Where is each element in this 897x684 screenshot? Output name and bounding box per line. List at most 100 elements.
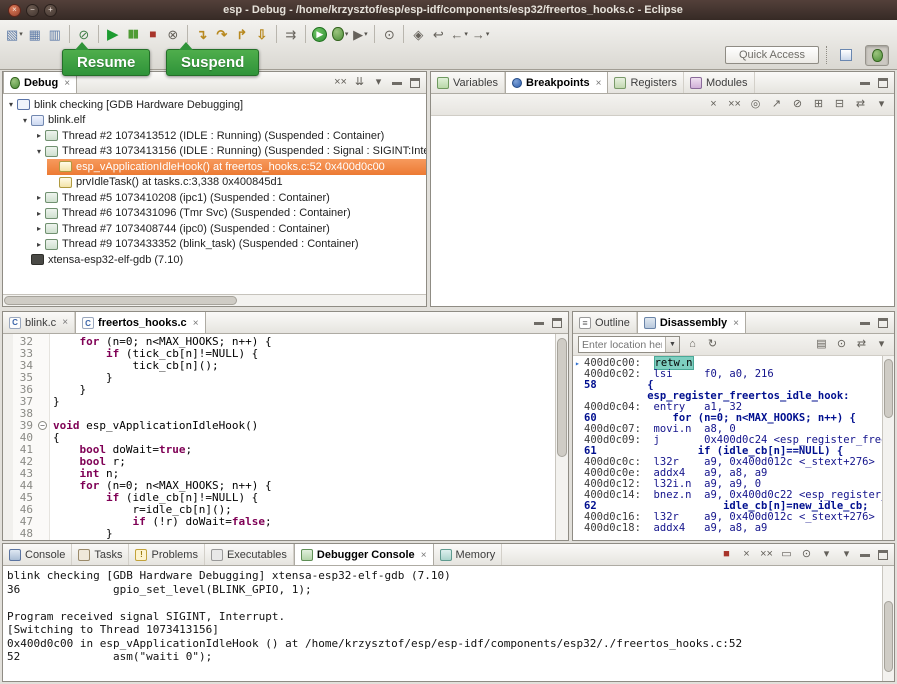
- tab-outline[interactable]: Outline: [573, 312, 637, 333]
- view-menu-icon[interactable]: ▾: [874, 339, 889, 350]
- editor-line[interactable]: 37}: [3, 396, 555, 408]
- tab-executables[interactable]: Executables: [205, 544, 294, 565]
- tree-expander-icon[interactable]: ▾: [19, 116, 31, 125]
- minimize-view-button[interactable]: [858, 76, 872, 90]
- tab-variables[interactable]: Variables: [431, 72, 505, 93]
- open-console-icon[interactable]: ▾: [839, 549, 854, 560]
- tree-expander-icon[interactable]: ▸: [33, 240, 45, 249]
- tree-expander-icon[interactable]: ▾: [33, 147, 45, 156]
- run-icon[interactable]: ▶: [310, 23, 330, 45]
- minimize-view-button[interactable]: [390, 76, 404, 90]
- maximize-view-button[interactable]: [408, 76, 422, 90]
- tree-expander-icon[interactable]: ▸: [33, 209, 45, 218]
- minimize-view-button[interactable]: [858, 548, 872, 562]
- debug-tree-item[interactable]: ▸Thread #6 1073431096 (Tmr Svc) (Suspend…: [33, 206, 426, 222]
- last-edit-location-icon[interactable]: ↩: [428, 23, 448, 45]
- external-tools-icon[interactable]: ▶▾: [350, 23, 370, 45]
- editor-line[interactable]: 36 }: [3, 384, 555, 396]
- editor-line[interactable]: 39−void esp_vApplicationIdleHook(): [3, 420, 555, 432]
- debug-tree-item[interactable]: ▾blink checking [GDB Hardware Debugging]: [5, 97, 426, 113]
- collapse-all-icon[interactable]: ⊟: [832, 99, 847, 110]
- step-return-icon[interactable]: ↱: [232, 23, 252, 45]
- resume-icon[interactable]: ▶: [103, 23, 123, 45]
- debug-tree-item[interactable]: esp_vApplicationIdleHook() at freertos_h…: [47, 159, 426, 175]
- show-source-icon[interactable]: ▤: [814, 339, 829, 350]
- refresh-view-icon[interactable]: ↻: [705, 339, 720, 350]
- tree-expander-icon[interactable]: ▸: [33, 224, 45, 233]
- save-all-icon[interactable]: ▥: [45, 23, 65, 45]
- tree-expander-icon[interactable]: ▸: [33, 193, 45, 202]
- go-to-file-for-breakpoint-icon[interactable]: ↗: [769, 99, 784, 110]
- remove-selected-breakpoints-icon[interactable]: ×: [706, 99, 721, 110]
- close-tab-icon[interactable]: ×: [596, 78, 602, 89]
- step-into-icon[interactable]: ↴: [192, 23, 212, 45]
- open-perspective-button[interactable]: [834, 45, 858, 66]
- debug-tree-item[interactable]: ▾Thread #3 1073413156 (IDLE : Running) (…: [33, 144, 426, 160]
- debug-perspective-button[interactable]: [865, 45, 889, 66]
- location-dropdown-icon[interactable]: ▼: [665, 337, 679, 352]
- remove-all-terminated-icon[interactable]: ××: [333, 77, 348, 88]
- close-tab-icon[interactable]: ×: [62, 317, 68, 328]
- console-output[interactable]: blink checking [GDB Hardware Debugging] …: [3, 566, 882, 681]
- window-close-button[interactable]: ×: [8, 4, 21, 17]
- tab-disassembly[interactable]: Disassembly×: [637, 312, 746, 333]
- track-expression-icon[interactable]: ⊙: [834, 339, 849, 350]
- search-icon[interactable]: ⊙: [379, 23, 399, 45]
- view-menu-icon[interactable]: ▾: [371, 77, 386, 88]
- remove-launch-icon[interactable]: ×: [739, 549, 754, 560]
- instruction-stepping-mode-icon[interactable]: ⇊: [352, 77, 367, 88]
- debug-tree-item[interactable]: ▸Thread #9 1073433352 (blink_task) (Susp…: [33, 237, 426, 253]
- scrollbar-thumb[interactable]: [4, 296, 237, 305]
- remove-all-terminated-icon[interactable]: ××: [759, 549, 774, 560]
- tab-memory[interactable]: Memory: [434, 544, 503, 565]
- link-with-debug-view-icon[interactable]: ⇄: [853, 99, 868, 110]
- pin-console-icon[interactable]: ⊙: [799, 549, 814, 560]
- terminate-icon[interactable]: ■: [143, 23, 163, 45]
- tab-console[interactable]: Console: [3, 544, 72, 565]
- sync-selection-icon[interactable]: ⇄: [854, 339, 869, 350]
- forward-icon[interactable]: →▾: [470, 23, 492, 45]
- tab-problems[interactable]: Problems: [129, 544, 204, 565]
- disassembly-scrollbar[interactable]: [882, 356, 894, 540]
- scrollbar-thumb[interactable]: [884, 359, 893, 418]
- debug-tree-item[interactable]: ▸Thread #5 1073410208 (ipc1) (Suspended …: [33, 190, 426, 206]
- skip-all-breakpoints-icon[interactable]: ⊘: [790, 99, 805, 110]
- code-editor[interactable]: 32 for (n=0; n<MAX_HOOKS; n++) {33 if (t…: [3, 334, 568, 540]
- breakpoints-list[interactable]: [431, 116, 894, 306]
- instruction-stepping-icon[interactable]: ⇉: [281, 23, 301, 45]
- show-breakpoints-for-icon[interactable]: ◎: [748, 99, 763, 110]
- annotation-navigation-icon[interactable]: ◈: [408, 23, 428, 45]
- console-scrollbar[interactable]: [882, 566, 894, 681]
- close-tab-icon[interactable]: ×: [733, 318, 739, 329]
- disassembly-line[interactable]: 400d0c18: addx4 a9, a8, a9: [575, 523, 882, 534]
- scrollbar-thumb[interactable]: [557, 338, 567, 457]
- maximize-view-button[interactable]: [876, 316, 890, 330]
- tree-expander-icon[interactable]: ▾: [5, 100, 17, 109]
- window-maximize-button[interactable]: +: [44, 4, 57, 17]
- close-tab-icon[interactable]: ×: [421, 550, 427, 561]
- debug-tree-item[interactable]: ▸Thread #2 1073413512 (IDLE : Running) (…: [33, 128, 426, 144]
- editor-vertical-scrollbar[interactable]: [555, 334, 568, 540]
- terminate-icon[interactable]: ■: [719, 549, 734, 560]
- save-icon[interactable]: ▦: [25, 23, 45, 45]
- quick-access-button[interactable]: Quick Access: [725, 46, 819, 64]
- clear-console-icon[interactable]: ▭: [779, 549, 794, 560]
- home-icon[interactable]: ⌂: [685, 339, 700, 350]
- horizontal-scrollbar[interactable]: [3, 294, 426, 306]
- display-selected-console-icon[interactable]: ▾: [819, 549, 834, 560]
- debug-icon[interactable]: ▾: [330, 23, 351, 45]
- tab-blink-c[interactable]: blink.c×: [3, 312, 75, 333]
- close-tab-icon[interactable]: ×: [64, 78, 70, 89]
- tree-expander-icon[interactable]: ▸: [33, 131, 45, 140]
- drop-to-frame-icon[interactable]: ⇩: [252, 23, 272, 45]
- editor-content[interactable]: 32 for (n=0; n<MAX_HOOKS; n++) {33 if (t…: [3, 334, 555, 540]
- close-tab-icon[interactable]: ×: [193, 318, 199, 329]
- tab-breakpoints[interactable]: Breakpoints×: [505, 72, 608, 93]
- tab-registers[interactable]: Registers: [608, 72, 683, 93]
- tab-freertos-hooks-c[interactable]: freertos_hooks.c×: [75, 312, 206, 333]
- fold-collapse-icon[interactable]: −: [38, 421, 47, 430]
- tab-modules[interactable]: Modules: [684, 72, 755, 93]
- step-over-icon[interactable]: ↷: [212, 23, 232, 45]
- maximize-view-button[interactable]: [876, 548, 890, 562]
- suspend-icon[interactable]: ▮▮: [123, 23, 143, 45]
